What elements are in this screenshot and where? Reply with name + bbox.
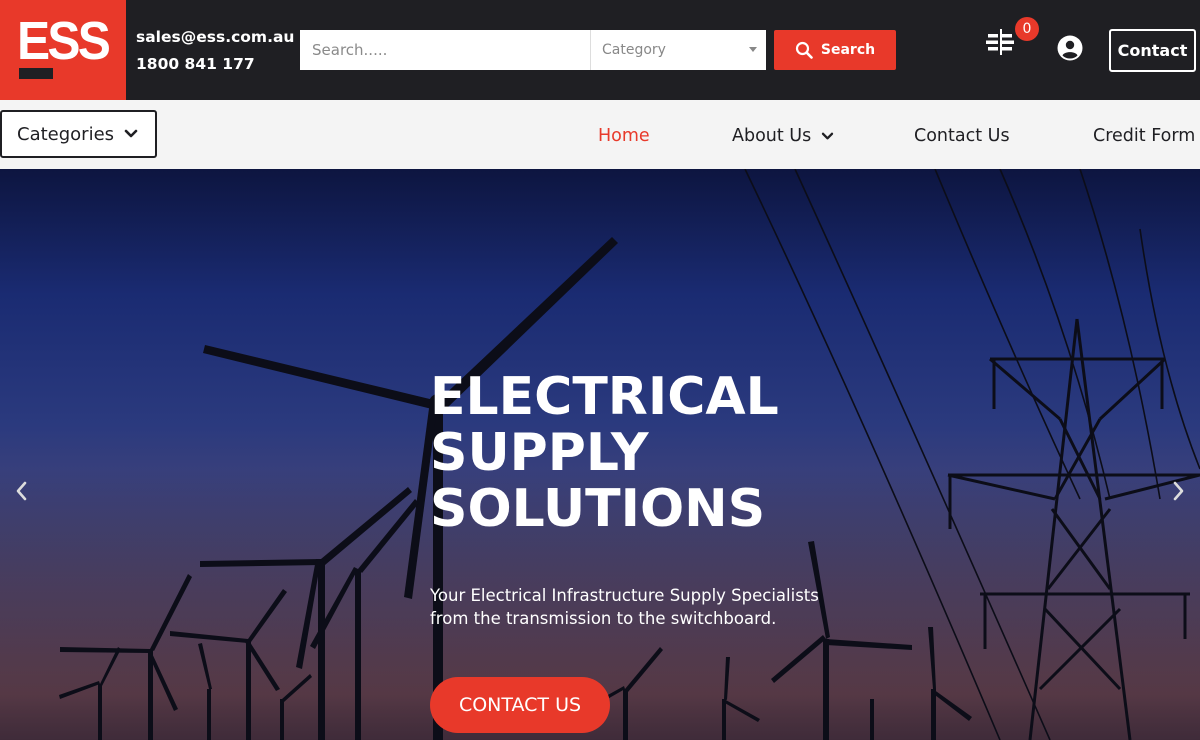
contact-button[interactable]: Contact: [1109, 29, 1196, 72]
logo-text: ESS: [17, 11, 111, 71]
categories-button[interactable]: Categories: [0, 110, 157, 158]
hero-subtitle-line: Your Electrical Infrastructure Supply Sp…: [430, 586, 819, 605]
top-header: ESS sales@ess.com.au 1800 841 177 Catego…: [0, 0, 1200, 100]
logo-underline: [19, 68, 53, 79]
page: ESS sales@ess.com.au 1800 841 177 Catego…: [0, 0, 1200, 740]
nav-item-about-us[interactable]: About Us: [732, 126, 834, 146]
hero-subtitle: Your Electrical Infrastructure Supply Sp…: [430, 584, 819, 630]
chevron-left-icon[interactable]: [12, 479, 32, 503]
category-select-label: Category: [602, 42, 666, 58]
hero-title-line: ELECTRICAL: [430, 367, 779, 427]
logo[interactable]: ESS: [0, 0, 126, 100]
nav-item-home[interactable]: Home: [598, 126, 650, 146]
phone-link[interactable]: 1800 841 177: [136, 51, 294, 78]
contact-us-button[interactable]: CONTACT US: [430, 677, 610, 733]
nav-item-label: Credit Form: [1093, 126, 1196, 146]
main-nav: Categories Home About Us Contact Us Cred…: [0, 100, 1200, 169]
search-input[interactable]: [300, 30, 590, 70]
chevron-down-icon: [124, 129, 138, 138]
user-icon[interactable]: [1057, 35, 1083, 61]
categories-label: Categories: [17, 123, 115, 145]
nav-item-label: Contact Us: [914, 126, 1010, 146]
nav-item-label: Home: [598, 126, 650, 146]
chevron-right-icon[interactable]: [1168, 479, 1188, 503]
hero-banner: ELECTRICAL SUPPLY SOLUTIONS Your Electri…: [0, 169, 1200, 740]
search-icon: [795, 41, 813, 59]
search-button-label: Search: [820, 42, 876, 58]
nav-item-credit-form[interactable]: Credit Form: [1093, 126, 1195, 146]
contact-info: sales@ess.com.au 1800 841 177: [136, 24, 294, 78]
email-link[interactable]: sales@ess.com.au: [136, 24, 294, 51]
hero-title-line: SUPPLY: [430, 423, 649, 483]
caret-down-icon: [749, 47, 757, 52]
hero-subtitle-line: from the transmission to the switchboard…: [430, 609, 777, 628]
hero-title: ELECTRICAL SUPPLY SOLUTIONS: [430, 369, 779, 537]
hero-title-line: SOLUTIONS: [430, 479, 766, 539]
compare-icon[interactable]: [984, 26, 1016, 58]
nav-item-contact-us[interactable]: Contact Us: [914, 126, 1010, 146]
category-select[interactable]: Category: [590, 30, 766, 70]
nav-item-label: About Us: [732, 126, 812, 146]
search-button[interactable]: Search: [774, 30, 896, 70]
chevron-down-icon: [822, 132, 834, 139]
cart-count-badge: 0: [1015, 17, 1039, 41]
